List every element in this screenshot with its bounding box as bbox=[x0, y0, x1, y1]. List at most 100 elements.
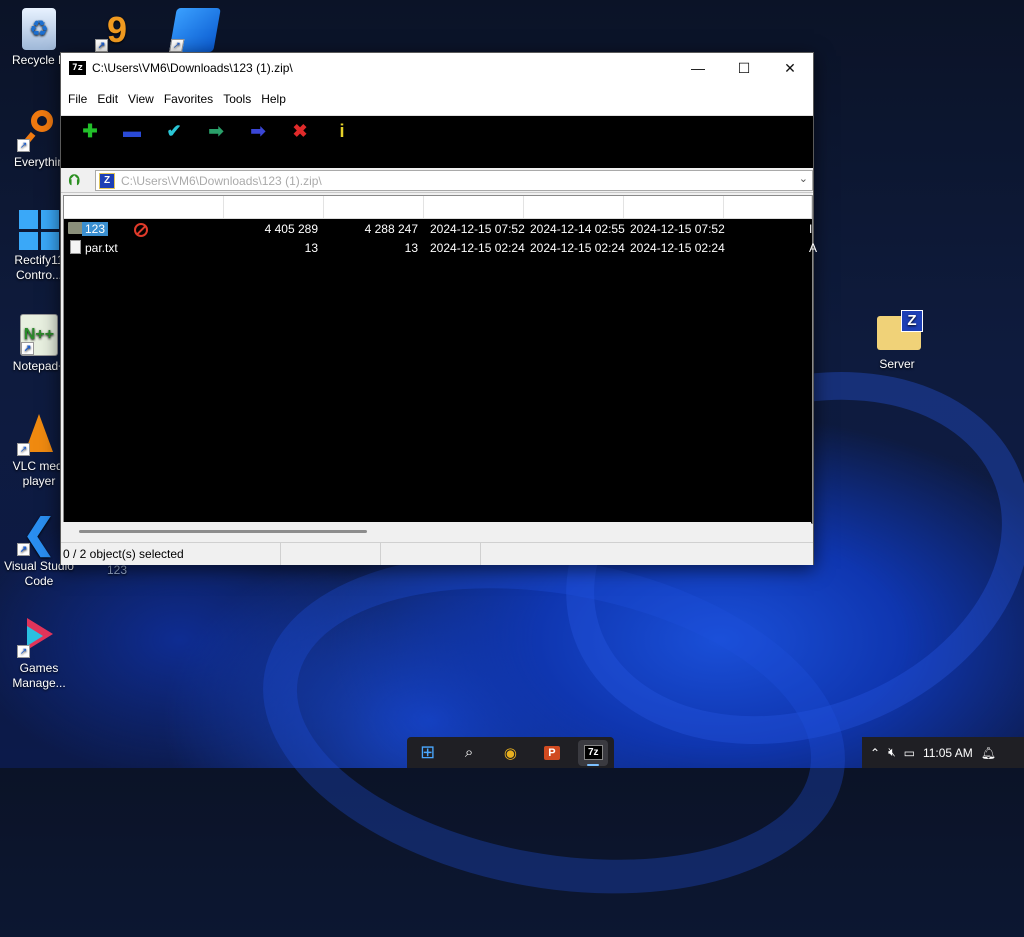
recycle-bin-icon: ♻ bbox=[22, 8, 56, 50]
test-button[interactable]: ✔ bbox=[153, 116, 195, 146]
column-header-modified[interactable] bbox=[424, 196, 524, 218]
desktop-icon-games-manager[interactable]: ↗ Games Manage... bbox=[2, 614, 76, 691]
shortcut-arrow-icon: ↗ bbox=[17, 443, 30, 456]
file-packed-size: 13 bbox=[404, 241, 418, 255]
maximize-button[interactable]: ☐ bbox=[721, 53, 767, 83]
sevenzip-app-icon: 7z bbox=[69, 61, 86, 75]
no-entry-icon bbox=[134, 223, 148, 237]
file-created: 2024-12-14 02:55 bbox=[530, 222, 625, 236]
table-row[interactable]: par.txt 13 13 2024-12-15 02:24 2024-12-1… bbox=[64, 239, 817, 257]
shortcut-arrow-icon: ↗ bbox=[21, 342, 34, 355]
desktop-icon-123[interactable]: 123 bbox=[80, 563, 154, 578]
chevron-down-icon[interactable]: ⌄ bbox=[799, 172, 808, 185]
network-icon[interactable]: ▭ bbox=[904, 746, 915, 760]
add-icon: ✚ bbox=[82, 120, 98, 141]
add-button[interactable]: ✚ bbox=[69, 116, 111, 146]
window-titlebar[interactable]: 7z C:\Users\VM6\Downloads\123 (1).zip\ —… bbox=[61, 53, 813, 83]
column-header-name[interactable] bbox=[64, 196, 224, 218]
minimize-button[interactable]: — bbox=[675, 53, 721, 83]
column-headers bbox=[64, 196, 812, 219]
status-segment bbox=[281, 543, 381, 565]
menu-tools[interactable]: Tools bbox=[218, 92, 256, 106]
address-field[interactable]: Z C:\Users\VM6\Downloads\123 (1).zip\ ⌄ bbox=[95, 170, 813, 191]
info-button[interactable]: i bbox=[321, 116, 363, 146]
desktop-icon-blue-app[interactable]: ↗ bbox=[158, 8, 232, 55]
menu-help[interactable]: Help bbox=[256, 92, 291, 106]
powerpoint-icon: P bbox=[544, 745, 560, 760]
column-header-extra[interactable] bbox=[724, 196, 812, 218]
file-modified: 2024-12-15 02:24 bbox=[430, 241, 525, 255]
menu-bar: File Edit View Favorites Tools Help bbox=[61, 83, 813, 116]
file-created: 2024-12-15 02:24 bbox=[530, 241, 625, 255]
extract-button[interactable]: ▬ bbox=[111, 116, 153, 146]
status-bar: 0 / 2 object(s) selected bbox=[61, 542, 813, 565]
start-button[interactable]: ⊞ bbox=[413, 740, 443, 766]
menu-file[interactable]: File bbox=[63, 92, 92, 106]
shortcut-arrow-icon: ↗ bbox=[17, 139, 30, 152]
search-button[interactable]: ⌕ bbox=[454, 740, 484, 766]
up-arrow-icon: ⮉ bbox=[68, 171, 80, 189]
search-icon: ⌕ bbox=[464, 744, 474, 761]
vlc-cone-icon: ↗ bbox=[17, 412, 61, 456]
extract-icon: ▬ bbox=[123, 120, 141, 141]
magnifier-icon: ↗ bbox=[17, 108, 61, 152]
status-segment bbox=[381, 543, 481, 565]
window-title: C:\Users\VM6\Downloads\123 (1).zip\ bbox=[92, 61, 293, 75]
wallpaper-swirl bbox=[235, 511, 873, 937]
desktop-icon-label: Code bbox=[24, 574, 54, 588]
column-header-packed[interactable] bbox=[324, 196, 424, 218]
column-header-accessed[interactable] bbox=[624, 196, 724, 218]
desktop-icon-label: Games bbox=[19, 661, 59, 675]
speaker-muted-icon[interactable]: 🔇︎ bbox=[888, 745, 896, 760]
menu-view[interactable]: View bbox=[123, 92, 159, 106]
desktop-icon-label: Server bbox=[879, 357, 915, 371]
app-9-icon: 9 ↗ bbox=[95, 8, 139, 52]
clock[interactable]: 11:05 AM bbox=[923, 746, 973, 760]
info-icon: i bbox=[339, 120, 345, 141]
file-name: par.txt bbox=[85, 241, 118, 255]
text-file-icon bbox=[70, 240, 81, 254]
column-header-created[interactable] bbox=[524, 196, 624, 218]
sevenzip-icon: 7z bbox=[583, 745, 603, 760]
chrome-button[interactable]: ◉ bbox=[495, 740, 525, 766]
desktop-icon-app-9[interactable]: 9 ↗ bbox=[80, 8, 154, 55]
menu-edit[interactable]: Edit bbox=[92, 92, 123, 106]
shortcut-arrow-icon: ↗ bbox=[17, 543, 30, 556]
delete-button[interactable]: ✖ bbox=[279, 116, 321, 146]
powerpoint-button[interactable]: P bbox=[537, 740, 567, 766]
move-button[interactable]: ➡ bbox=[237, 116, 279, 146]
notification-bell-icon[interactable]: 🔔︎ bbox=[981, 746, 996, 760]
zip-folder-icon: Z bbox=[875, 310, 923, 354]
status-selection: 0 / 2 object(s) selected bbox=[61, 543, 281, 565]
file-packed-size: 4 288 247 bbox=[364, 222, 418, 236]
column-header-size[interactable] bbox=[224, 196, 324, 218]
table-row[interactable]: 123 4 405 289 4 288 247 2024-12-15 07:52… bbox=[64, 220, 812, 238]
file-name: 123 bbox=[82, 222, 109, 236]
file-list[interactable]: 123 4 405 289 4 288 247 2024-12-15 07:52… bbox=[63, 195, 817, 524]
file-accessed: 2024-12-15 07:52 bbox=[630, 222, 725, 236]
close-button[interactable]: ✕ bbox=[767, 53, 813, 83]
file-attributes: I bbox=[809, 222, 813, 236]
desktop-icon-server[interactable]: Z Server bbox=[860, 310, 934, 372]
test-icon: ✔ bbox=[166, 120, 182, 141]
notepadpp-icon: N++ ↗ bbox=[20, 314, 58, 356]
address-bar: ⮉ Z C:\Users\VM6\Downloads\123 (1).zip\ … bbox=[61, 168, 813, 193]
copy-button[interactable]: ➡ bbox=[195, 116, 237, 146]
taskbar: ⊞ ⌕ ◉ P 7z bbox=[407, 737, 614, 768]
chevron-up-icon[interactable]: ⌃ bbox=[870, 746, 880, 760]
file-size: 4 405 289 bbox=[264, 222, 318, 236]
blue-app-icon: ↗ bbox=[169, 8, 221, 52]
address-text: C:\Users\VM6\Downloads\123 (1).zip\ bbox=[121, 173, 322, 188]
up-folder-button[interactable]: ⮉ bbox=[61, 169, 87, 191]
system-tray: ⌃ 🔇︎ ▭ 11:05 AM 🔔︎ bbox=[862, 737, 1024, 768]
scrollbar-thumb[interactable] bbox=[79, 530, 367, 533]
zip-archive-icon: Z bbox=[99, 172, 115, 189]
windows-tiles-icon bbox=[19, 210, 59, 250]
shortcut-arrow-icon: ↗ bbox=[17, 645, 30, 658]
delete-icon: ✖ bbox=[292, 120, 308, 141]
windows-start-icon: ⊞ bbox=[420, 742, 436, 762]
sevenzip-taskbar-button[interactable]: 7z bbox=[578, 739, 609, 766]
file-attributes: A bbox=[809, 241, 818, 255]
menu-favorites[interactable]: Favorites bbox=[159, 92, 218, 106]
horizontal-scrollbar[interactable] bbox=[63, 522, 811, 540]
